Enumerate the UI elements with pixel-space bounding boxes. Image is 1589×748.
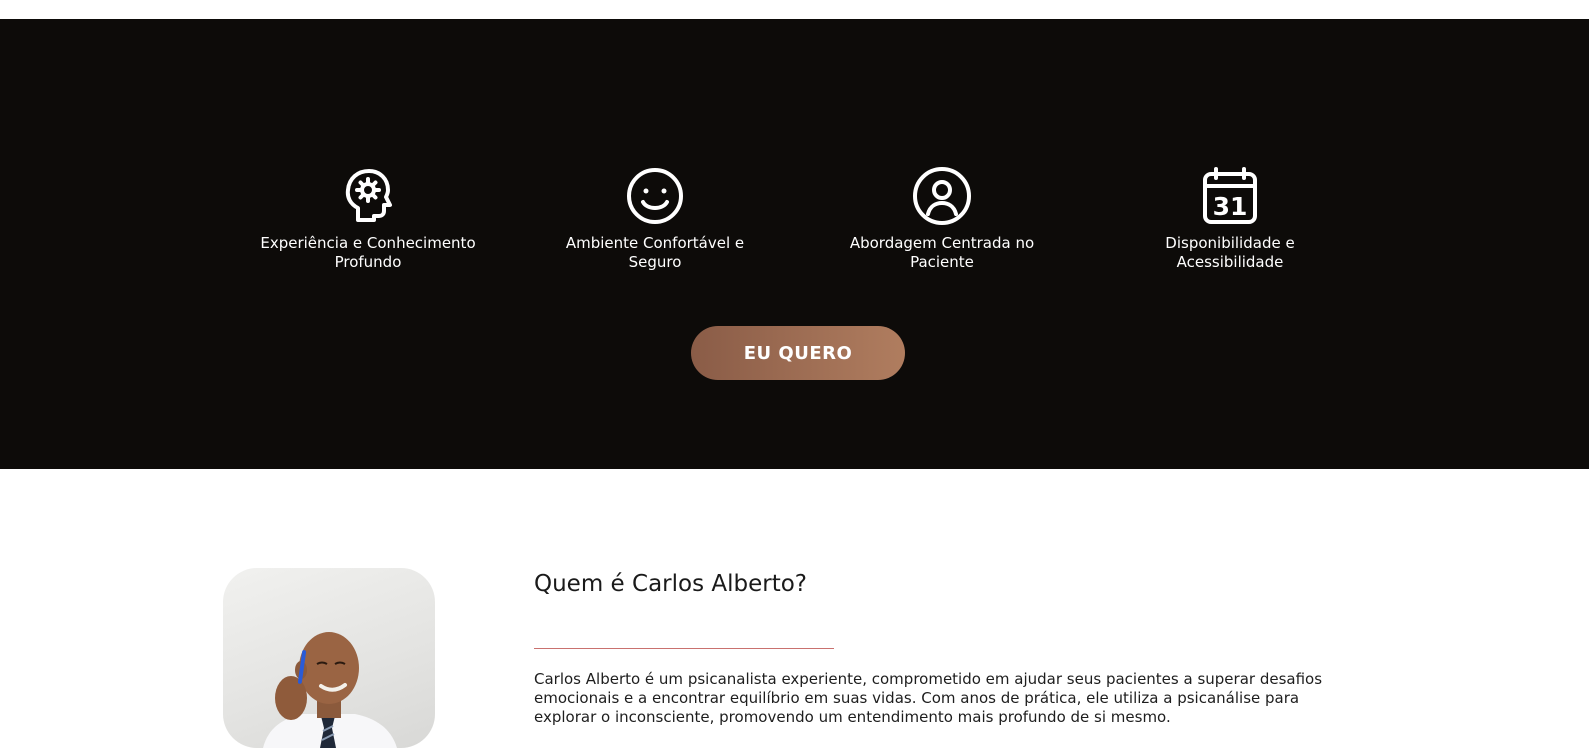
user-circle-icon	[910, 164, 974, 228]
feature-label: Ambiente Confortável e Seguro	[565, 234, 745, 271]
head-gear-icon	[336, 164, 400, 228]
about-text: Carlos Alberto é um psicanalista experie…	[534, 670, 1323, 726]
feature-item-patient-centered: Abordagem Centrada no Paciente	[822, 164, 1062, 272]
feature-item-availability: 31 Disponibilidade e Acessibilidade	[1110, 164, 1350, 272]
svg-text:31: 31	[1213, 192, 1248, 221]
features-section: Experiência e Conhecimento Profundo Ambi…	[0, 19, 1589, 469]
title-divider	[534, 648, 834, 649]
eu-quero-button[interactable]: EU QUERO	[691, 326, 905, 380]
feature-label: Abordagem Centrada no Paciente	[849, 234, 1035, 271]
smiley-icon	[623, 164, 687, 228]
feature-item-experience: Experiência e Conhecimento Profundo	[248, 164, 488, 272]
about-title: Quem é Carlos Alberto?	[534, 571, 808, 597]
feature-item-environment: Ambiente Confortável e Seguro	[535, 164, 775, 272]
feature-label: Experiência e Conhecimento Profundo	[260, 234, 476, 271]
carlos-alberto-photo	[223, 568, 435, 748]
feature-label: Disponibilidade e Acessibilidade	[1165, 234, 1295, 271]
calendar-icon: 31	[1198, 164, 1262, 228]
